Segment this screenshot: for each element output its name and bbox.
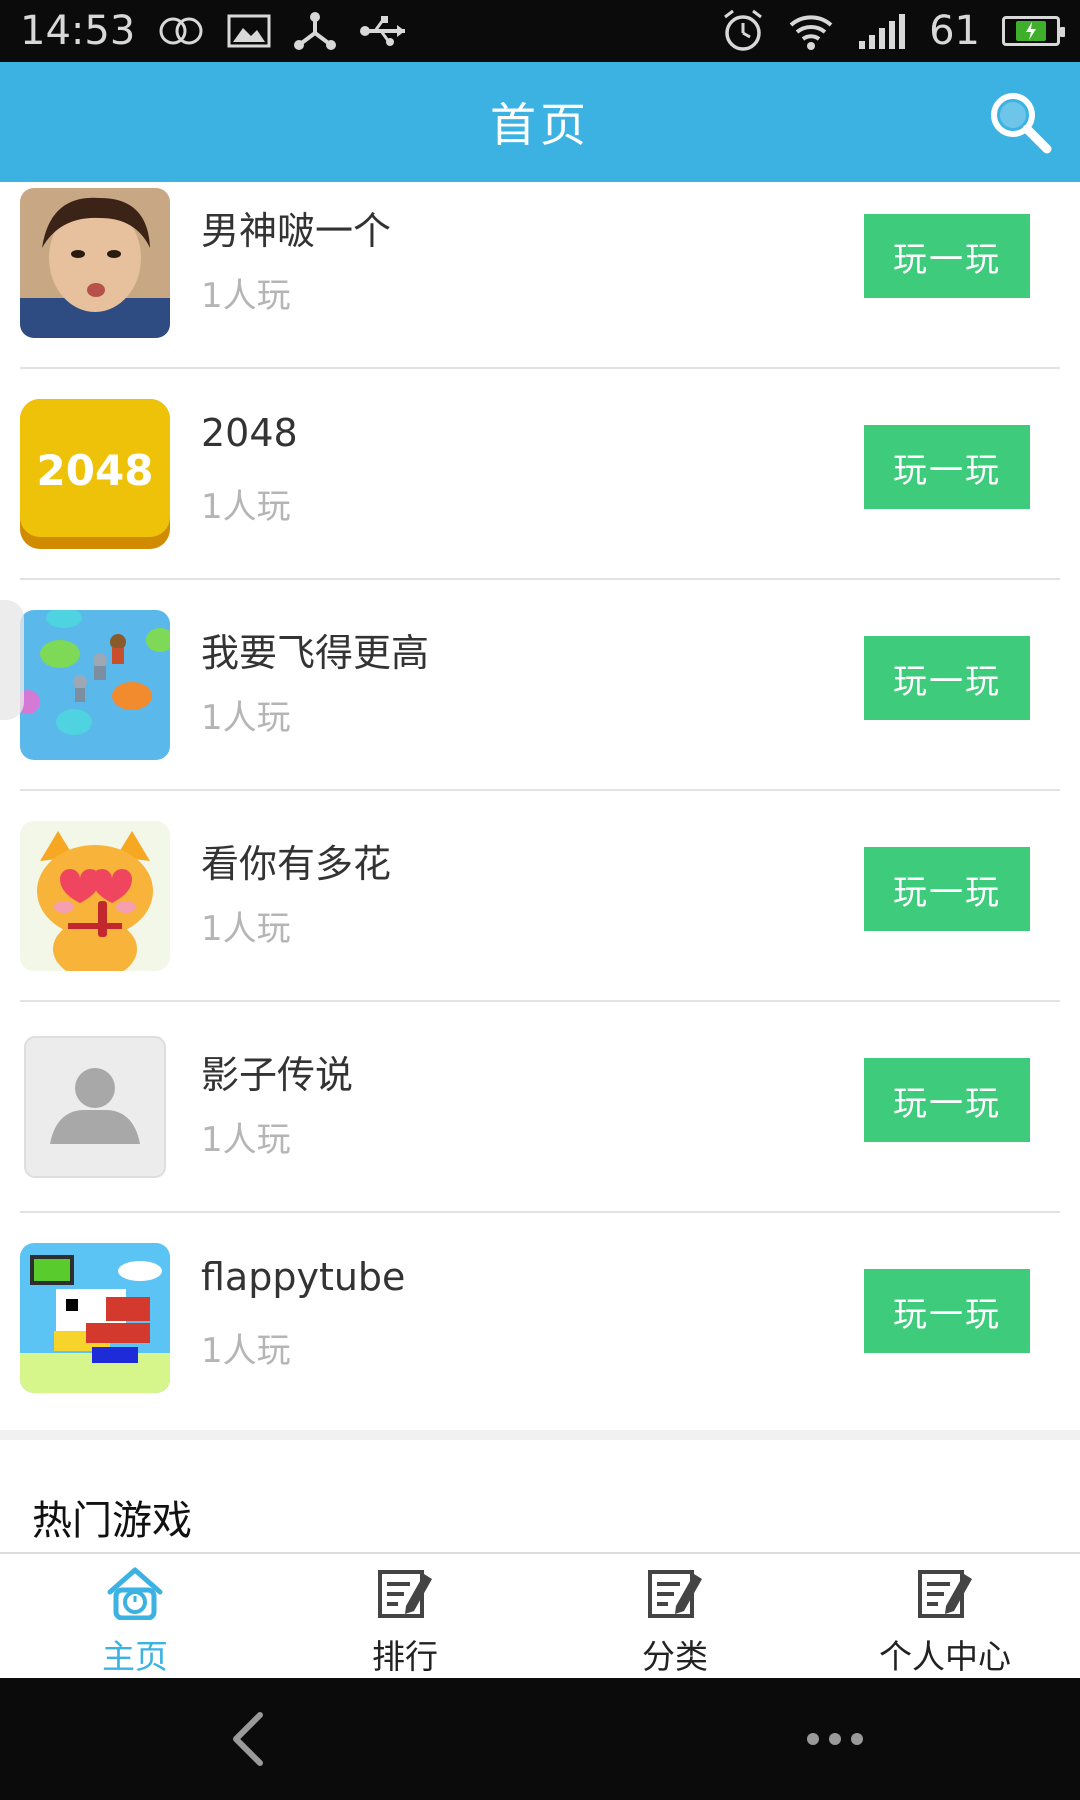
play-button[interactable]: 玩一玩 <box>864 847 1030 931</box>
game-name: 2048 <box>201 411 298 455</box>
edit-note-icon <box>375 1564 435 1622</box>
dot <box>829 1733 841 1745</box>
dot <box>807 1733 819 1745</box>
alarm-icon <box>721 9 765 53</box>
play-button[interactable]: 玩一玩 <box>864 636 1030 720</box>
nav-item-ranking[interactable]: 排行 <box>270 1554 540 1678</box>
game-list[interactable]: 男神啵一个 1人玩 玩一玩 2048 2048 1人玩 玩一玩 我要飞得更高 1… <box>0 182 1080 1552</box>
player-count: 1人玩 <box>201 1120 291 1160</box>
usb-icon <box>359 14 409 48</box>
game-name: 男神啵一个 <box>201 209 392 253</box>
game-name: flappytube <box>201 1255 406 1299</box>
game-name: 看你有多花 <box>201 842 392 886</box>
search-icon <box>991 93 1052 154</box>
signal-icon <box>857 13 907 49</box>
bottom-navigation: 主页 排行 分类 个人中心 <box>0 1552 1080 1678</box>
list-item[interactable]: 影子传说 1人玩 玩一玩 <box>20 1002 1060 1213</box>
list-item[interactable]: 看你有多花 1人玩 玩一玩 <box>20 791 1060 1002</box>
play-button[interactable]: 玩一玩 <box>864 1058 1030 1142</box>
player-count: 1人玩 <box>201 487 291 527</box>
player-count: 1人玩 <box>201 276 291 316</box>
game-thumbnail-placeholder-avatar <box>20 1032 170 1182</box>
list-item[interactable]: 男神啵一个 1人玩 玩一玩 <box>20 182 1060 369</box>
link-icon <box>157 16 205 46</box>
back-chevron-icon <box>233 1712 263 1766</box>
play-button[interactable]: 玩一玩 <box>864 214 1030 298</box>
nav-label: 分类 <box>642 1637 708 1676</box>
game-thumbnail-sky-jump <box>20 610 170 760</box>
share-icon <box>293 11 337 51</box>
game-thumbnail-flappy-bird <box>20 1243 170 1393</box>
status-bar: 14:53 61 <box>0 0 1080 62</box>
game-name: 我要飞得更高 <box>201 631 430 675</box>
search-button[interactable] <box>982 84 1058 160</box>
list-item[interactable]: flappytube 1人玩 玩一玩 <box>20 1213 1060 1424</box>
back-button[interactable] <box>218 1700 278 1778</box>
nav-item-profile[interactable]: 个人中心 <box>810 1554 1080 1678</box>
image-icon <box>227 14 271 48</box>
battery-fill <box>1016 21 1046 41</box>
edge-drag-handle[interactable] <box>0 600 24 720</box>
battery-icon <box>1002 16 1065 46</box>
game-thumbnail-2048-logo: 2048 <box>20 399 170 549</box>
edit-note-icon <box>915 1564 975 1622</box>
wifi-icon <box>787 11 835 51</box>
status-time: 14:53 <box>20 8 136 54</box>
top-app-bar: 首页 <box>0 62 1080 182</box>
play-button[interactable]: 玩一玩 <box>864 425 1030 509</box>
nav-label: 个人中心 <box>879 1637 1011 1676</box>
list-item[interactable]: 我要飞得更高 1人玩 玩一玩 <box>20 580 1060 791</box>
battery-level-text: 61 <box>929 8 980 54</box>
nav-label: 排行 <box>372 1637 438 1676</box>
list-item[interactable]: 2048 2048 1人玩 玩一玩 <box>20 369 1060 580</box>
game-thumbnail-cartoon-cat <box>20 821 170 971</box>
edit-note-icon <box>645 1564 705 1622</box>
nav-label: 主页 <box>102 1637 168 1676</box>
player-count: 1人玩 <box>201 1331 291 1371</box>
game-thumbnail-face-photo <box>20 188 170 338</box>
dot <box>851 1733 863 1745</box>
home-clock-icon <box>105 1564 165 1622</box>
2048-logo-text: 2048 <box>37 446 154 495</box>
section-title: 热门游戏 <box>32 1498 192 1544</box>
player-count: 1人玩 <box>201 909 291 949</box>
play-button[interactable]: 玩一玩 <box>864 1269 1030 1353</box>
section-divider <box>0 1430 1080 1440</box>
game-name: 影子传说 <box>201 1053 354 1097</box>
nav-item-category[interactable]: 分类 <box>540 1554 810 1678</box>
more-dots-icon[interactable] <box>800 1714 870 1764</box>
system-navigation-bar <box>0 1678 1080 1800</box>
nav-item-home[interactable]: 主页 <box>0 1554 270 1678</box>
player-count: 1人玩 <box>201 698 291 738</box>
game-list-content: 男神啵一个 1人玩 玩一玩 2048 2048 1人玩 玩一玩 我要飞得更高 1… <box>0 182 1080 1424</box>
page-title: 首页 <box>490 98 590 152</box>
